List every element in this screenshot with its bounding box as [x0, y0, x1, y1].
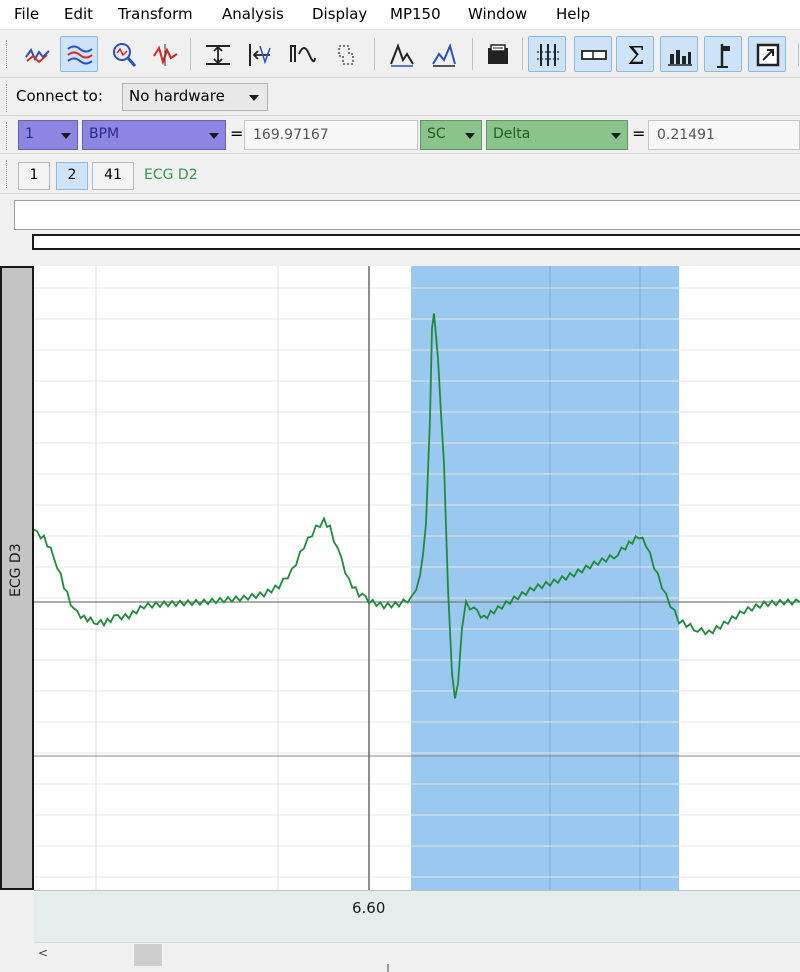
time-axis: [34, 890, 800, 942]
autoscale-amplitude-icon: [206, 45, 230, 65]
waveform-svg: [34, 266, 800, 890]
grid-toggle-button[interactable]: [528, 36, 566, 72]
chevron-down-icon: [611, 133, 621, 139]
adjust-baseline-icon: [338, 45, 354, 65]
journal-text-field[interactable]: [14, 200, 800, 230]
autoscale-horizontal-icon: [249, 44, 271, 66]
menu-edit[interactable]: Edit: [64, 5, 93, 23]
menu-display[interactable]: Display: [312, 5, 367, 23]
toolbar-separator: [374, 38, 375, 70]
flag-marker-icon: [717, 44, 730, 68]
chevron-down-icon: [61, 133, 71, 139]
toolbar-grip[interactable]: [6, 40, 9, 68]
time-axis-label: 6.60: [352, 899, 386, 917]
toolbar: Σ: [0, 30, 800, 78]
channel-row-grip[interactable]: [6, 160, 9, 188]
menu-help[interactable]: Help: [556, 5, 590, 23]
connect-to-label: Connect to:: [16, 87, 103, 105]
autoscale-amplitude-button[interactable]: [198, 36, 236, 72]
measurement-2-channel-value: SC: [427, 126, 446, 142]
flag-marker-button[interactable]: [704, 36, 742, 72]
toolbar-separator: [522, 38, 523, 70]
measurement-1-value: 169.97167: [244, 120, 418, 150]
bottom-tick: [387, 964, 389, 972]
zoom-tool-button[interactable]: [104, 36, 142, 72]
cursor-tool-icon: [25, 47, 50, 64]
channel-button-label: 1: [29, 167, 39, 183]
hardware-select-value: No hardware: [129, 87, 225, 105]
open-folder-icon: [488, 44, 508, 64]
grid-toggle-icon: [537, 44, 559, 66]
channel-button-1[interactable]: 1: [18, 162, 50, 190]
equals-sign: =: [230, 124, 244, 143]
overlap-waveforms-button[interactable]: [282, 36, 320, 72]
chevron-down-icon: [209, 133, 219, 139]
measurement-1-channel-value: 1: [25, 126, 34, 142]
connect-row-grip[interactable]: [6, 84, 9, 112]
menu-analysis[interactable]: Analysis: [222, 5, 284, 23]
measurement-1-channel-select[interactable]: 1: [18, 120, 78, 150]
measurement-2-type-select[interactable]: Delta: [486, 120, 628, 150]
toolbar-separator: [472, 38, 473, 70]
marker-toggle-button[interactable]: [574, 36, 612, 72]
measurement-2-value-text: 0.21491: [657, 127, 715, 143]
channel-label: ECG D3: [8, 543, 24, 597]
channel-button-41[interactable]: 41: [92, 162, 134, 190]
overflow-icon: [798, 43, 799, 67]
scroll-left-arrow[interactable]: <: [38, 946, 48, 960]
scroll-thumb[interactable]: [134, 944, 162, 966]
overlap-segments-icon: [67, 45, 93, 65]
find-next-peak-icon: [432, 42, 456, 67]
hardware-select[interactable]: No hardware: [122, 83, 268, 111]
waveform-edit-icon: [153, 44, 178, 66]
menu-transform[interactable]: Transform: [118, 5, 193, 23]
autoscale-horizontal-button[interactable]: [240, 36, 278, 72]
more-tools-button[interactable]: [790, 36, 800, 72]
measurement-2-channel-select[interactable]: SC: [420, 120, 482, 150]
svg-text:Σ: Σ: [628, 42, 645, 70]
selection-area[interactable]: [411, 266, 679, 890]
cursor-tool-button[interactable]: [18, 36, 56, 72]
channel-button-label: 41: [104, 167, 122, 183]
waveform-edit-button[interactable]: [146, 36, 184, 72]
find-peak-button[interactable]: [382, 36, 420, 72]
adjust-baseline-button[interactable]: [324, 36, 362, 72]
marker-toggle-icon: [581, 50, 607, 60]
overview-bar[interactable]: [32, 234, 800, 250]
menu-bar: File Edit Transform Analysis Display MP1…: [0, 0, 800, 30]
channel-name-label: ECG D2: [144, 167, 198, 183]
chevron-down-icon: [465, 133, 475, 139]
overlap-waveforms-icon: [290, 45, 316, 63]
sigma-button[interactable]: Σ: [616, 36, 654, 72]
find-peak-icon: [390, 43, 414, 67]
menu-window[interactable]: Window: [468, 5, 527, 23]
histogram-icon: [668, 50, 692, 66]
measurement-2-type-value: Delta: [493, 126, 531, 142]
zoom-tool-icon: [113, 43, 137, 67]
open-folder-button[interactable]: [478, 36, 516, 72]
toolbar-separator: [190, 38, 191, 70]
waveform-plot[interactable]: [34, 266, 800, 890]
menu-file[interactable]: File: [14, 5, 39, 23]
connect-row: Connect to:: [0, 78, 800, 116]
measurement-1-type-value: BPM: [89, 126, 120, 142]
histogram-button[interactable]: [660, 36, 698, 72]
measurement-row-grip[interactable]: [6, 122, 9, 150]
overlap-segments-button[interactable]: [60, 36, 98, 72]
measurement-1-value-text: 169.97167: [253, 127, 329, 143]
channel-button-2[interactable]: 2: [56, 162, 88, 190]
menu-mp150[interactable]: MP150: [390, 5, 441, 23]
show-journal-icon: [756, 43, 780, 67]
measurement-2-value: 0.21491: [648, 120, 800, 150]
sigma-icon: Σ: [628, 42, 645, 70]
equals-sign: =: [632, 124, 646, 143]
measurement-1-type-select[interactable]: BPM: [82, 120, 226, 150]
channel-button-label: 2: [67, 167, 77, 183]
show-journal-button[interactable]: [748, 36, 786, 72]
find-next-peak-button[interactable]: [424, 36, 462, 72]
chevron-down-icon: [249, 95, 259, 101]
